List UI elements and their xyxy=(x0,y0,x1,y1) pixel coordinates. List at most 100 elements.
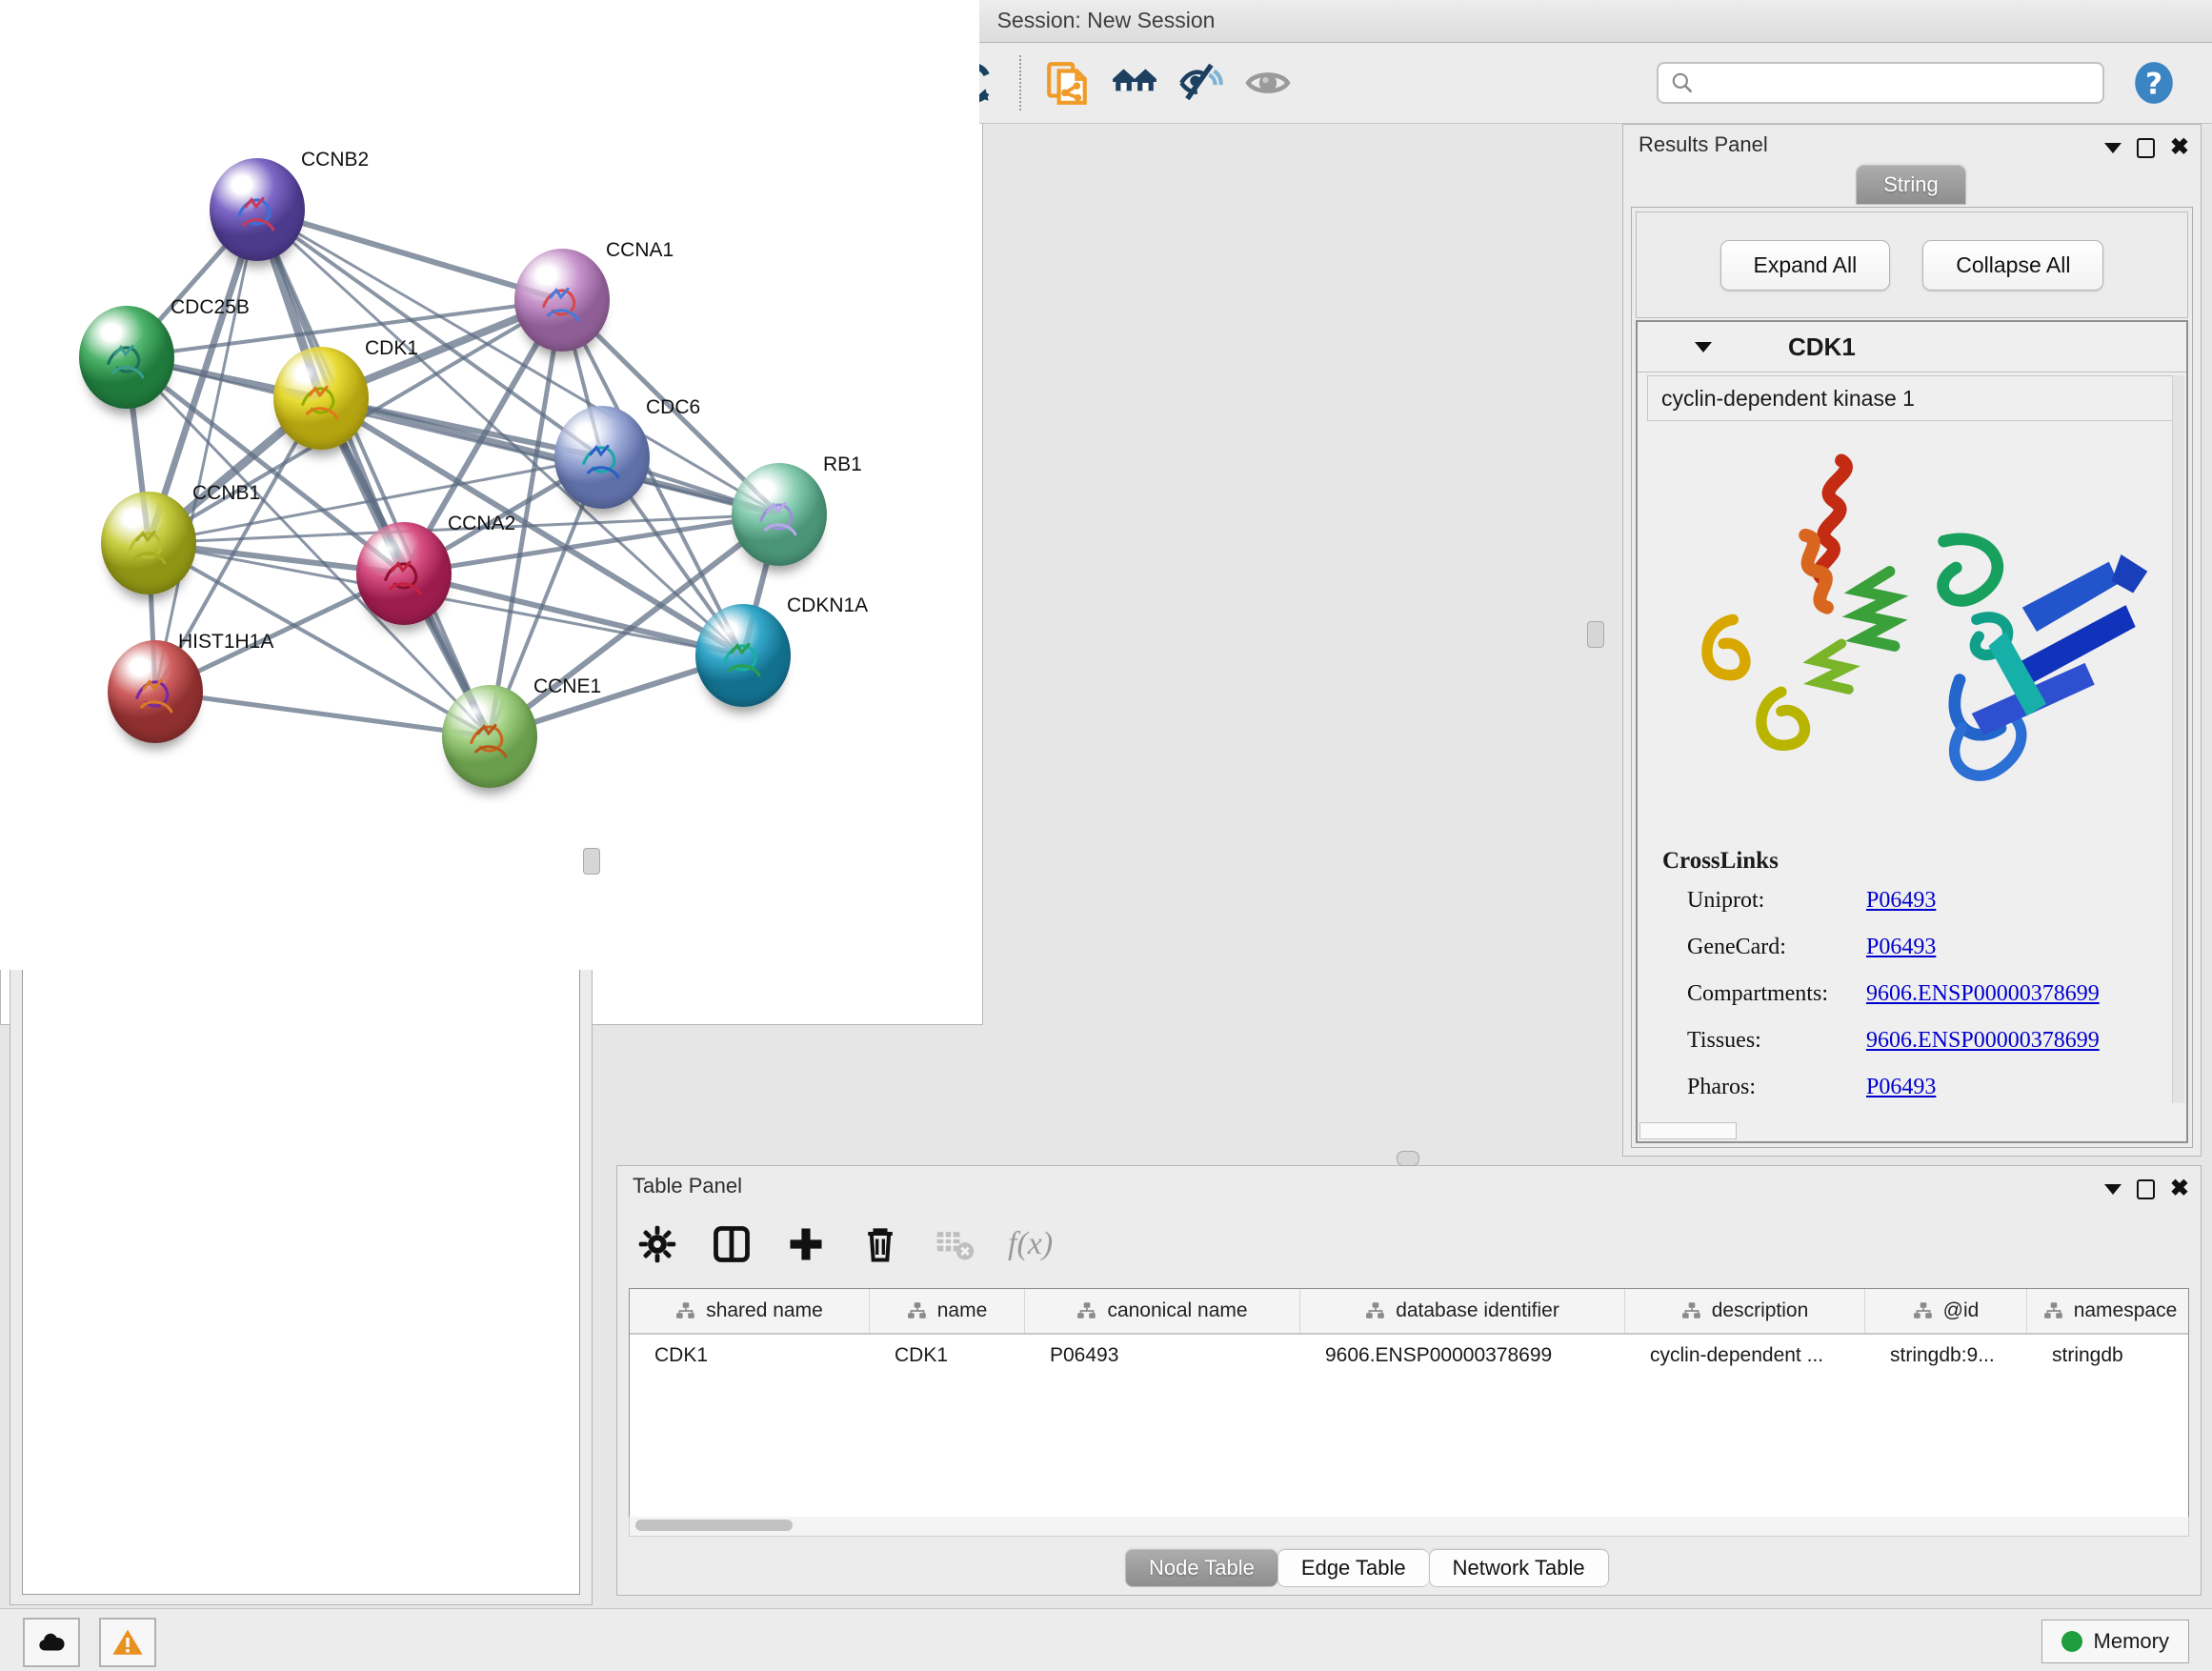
column-header-@id[interactable]: @id xyxy=(1865,1289,2027,1333)
column-header-name[interactable]: name xyxy=(870,1289,1025,1333)
network-node-CCNB1[interactable] xyxy=(101,492,196,594)
network-from-clipboard-icon[interactable] xyxy=(1041,56,1095,110)
network-node-CDC6[interactable] xyxy=(554,406,650,509)
network-edge[interactable] xyxy=(155,210,257,692)
node-label-CCNB1: CCNB1 xyxy=(192,482,260,505)
crosslink-link[interactable]: P06493 xyxy=(1866,1075,1936,1100)
search-input[interactable] xyxy=(1695,70,2091,95)
cloud-button[interactable] xyxy=(23,1618,80,1667)
network-node-CDKN1A[interactable] xyxy=(695,604,791,707)
expand-all-button[interactable]: Expand All xyxy=(1720,240,1891,291)
network-node-CCNA2[interactable] xyxy=(356,522,452,625)
column-header-database-identifier[interactable]: database identifier xyxy=(1300,1289,1625,1333)
crosslink-row: Tissues:9606.ENSP00000378699 xyxy=(1687,1028,2158,1054)
table-cell[interactable]: cyclin-dependent ... xyxy=(1625,1344,1865,1367)
column-header-shared-name[interactable]: shared name xyxy=(630,1289,870,1333)
crosslink-row: Pharos:P06493 xyxy=(1687,1075,2158,1100)
network-node-HIST1H1A[interactable] xyxy=(108,640,203,743)
node-label-CCNA1: CCNA1 xyxy=(606,239,674,262)
node-label-CCNA2: CCNA2 xyxy=(448,513,515,535)
string-home-icon[interactable] xyxy=(1108,56,1161,110)
crosslink-label: Compartments: xyxy=(1687,981,1866,1007)
node-label-CCNE1: CCNE1 xyxy=(533,675,601,698)
results-panel: Results Panel ✖ String Expand All Collap… xyxy=(1622,124,2202,1157)
table-options-gear-icon[interactable] xyxy=(636,1223,678,1265)
collapse-all-button[interactable]: Collapse All xyxy=(1922,240,2103,291)
protein-thumbnail xyxy=(709,625,777,694)
collapse-entry-icon[interactable] xyxy=(1695,342,1712,352)
bottom-splitter-handle[interactable] xyxy=(1397,1151,1419,1166)
create-column-icon[interactable] xyxy=(785,1223,827,1265)
float-panel-icon[interactable] xyxy=(2137,1179,2155,1199)
float-panel-icon[interactable] xyxy=(2137,138,2155,158)
protein-thumbnail xyxy=(528,270,596,338)
table-cell[interactable]: stringdb xyxy=(2027,1344,2189,1367)
close-panel-icon[interactable]: ✖ xyxy=(2170,1178,2189,1200)
network-node-CCNE1[interactable] xyxy=(442,685,537,788)
table-cell[interactable]: stringdb:9... xyxy=(1865,1344,2027,1367)
crosslink-label: Tissues: xyxy=(1687,1028,1866,1054)
protein-thumbnail xyxy=(287,368,355,436)
column-header-description[interactable]: description xyxy=(1625,1289,1865,1333)
table-cell[interactable]: CDK1 xyxy=(870,1344,1025,1367)
crosslink-link[interactable]: 9606.ENSP00000378699 xyxy=(1866,981,2100,1007)
panel-menu-icon[interactable] xyxy=(2104,143,2122,153)
node-label-CDC25B: CDC25B xyxy=(171,296,250,319)
table-row[interactable]: CDK1CDK1P064939606.ENSP00000378699cyclin… xyxy=(630,1335,2188,1377)
help-icon[interactable]: ? xyxy=(2127,56,2181,110)
protein-thumbnail xyxy=(114,513,183,581)
right-splitter-handle[interactable] xyxy=(1587,621,1604,648)
network-node-CDC25B[interactable] xyxy=(79,306,174,409)
network-edges xyxy=(0,0,979,970)
preview-eye-icon xyxy=(1241,56,1295,110)
results-horizontal-scrollbar[interactable] xyxy=(1639,1122,1737,1139)
network-node-CDK1[interactable] xyxy=(273,347,369,450)
network-node-CCNB2[interactable] xyxy=(210,158,305,261)
results-vertical-scrollbar[interactable] xyxy=(2172,375,2184,1103)
table-cell[interactable]: 9606.ENSP00000378699 xyxy=(1300,1344,1625,1367)
table-panel: Table Panel ✖ f(x) shared namenamecanoni… xyxy=(616,1165,2202,1596)
search-field[interactable] xyxy=(1657,62,2104,104)
node-result-header[interactable]: CDK1 xyxy=(1638,322,2186,372)
column-header-namespace[interactable]: namespace xyxy=(2027,1289,2189,1333)
cloud-icon xyxy=(35,1626,68,1659)
tab-edge-table[interactable]: Edge Table xyxy=(1277,1549,1429,1587)
protein-thumbnail xyxy=(223,179,292,248)
delete-column-icon[interactable] xyxy=(859,1223,901,1265)
network-node-RB1[interactable] xyxy=(732,463,827,566)
network-edge[interactable] xyxy=(257,210,490,736)
table-cell[interactable]: CDK1 xyxy=(630,1344,870,1367)
node-label-CDK1: CDK1 xyxy=(365,337,418,360)
tab-network-table[interactable]: Network Table xyxy=(1429,1549,1609,1587)
column-header-canonical-name[interactable]: canonical name xyxy=(1025,1289,1300,1333)
node-label-RB1: RB1 xyxy=(823,453,862,476)
tab-node-table[interactable]: Node Table xyxy=(1125,1549,1277,1587)
svg-text:?: ? xyxy=(2145,67,2162,101)
column-type-icon xyxy=(1365,1300,1386,1321)
column-type-icon xyxy=(675,1300,696,1321)
left-splitter-handle[interactable] xyxy=(583,848,600,875)
warning-icon xyxy=(111,1626,144,1659)
hide-unhide-icon[interactable] xyxy=(1175,56,1228,110)
tab-string[interactable]: String xyxy=(1856,165,1965,205)
memory-status-icon xyxy=(2061,1631,2082,1652)
crosslink-link[interactable]: 9606.ENSP00000378699 xyxy=(1866,1028,2100,1054)
memory-button[interactable]: Memory xyxy=(2041,1620,2189,1663)
protein-thumbnail xyxy=(121,661,190,730)
protein-structure-image xyxy=(1657,427,2171,836)
close-panel-icon[interactable]: ✖ xyxy=(2170,136,2189,159)
network-node-CCNA1[interactable] xyxy=(514,249,610,352)
crosslink-label: Pharos: xyxy=(1687,1075,1866,1100)
network-canvas[interactable]: CCNB2CCNA1CDC25BCDK1CDC6RB1CCNB1CCNA2CDK… xyxy=(0,0,979,970)
node-table[interactable]: shared namenamecanonical namedatabase id… xyxy=(629,1288,2189,1519)
network-edge[interactable] xyxy=(155,692,490,736)
table-horizontal-scrollbar[interactable] xyxy=(629,1517,2189,1537)
table-cell[interactable]: P06493 xyxy=(1025,1344,1300,1367)
node-label-CDC6: CDC6 xyxy=(646,396,700,419)
panel-menu-icon[interactable] xyxy=(2104,1184,2122,1195)
show-columns-icon[interactable] xyxy=(711,1223,753,1265)
column-type-icon xyxy=(907,1300,928,1321)
warnings-button[interactable] xyxy=(99,1618,156,1667)
crosslink-link[interactable]: P06493 xyxy=(1866,888,1936,914)
crosslink-link[interactable]: P06493 xyxy=(1866,935,1936,960)
